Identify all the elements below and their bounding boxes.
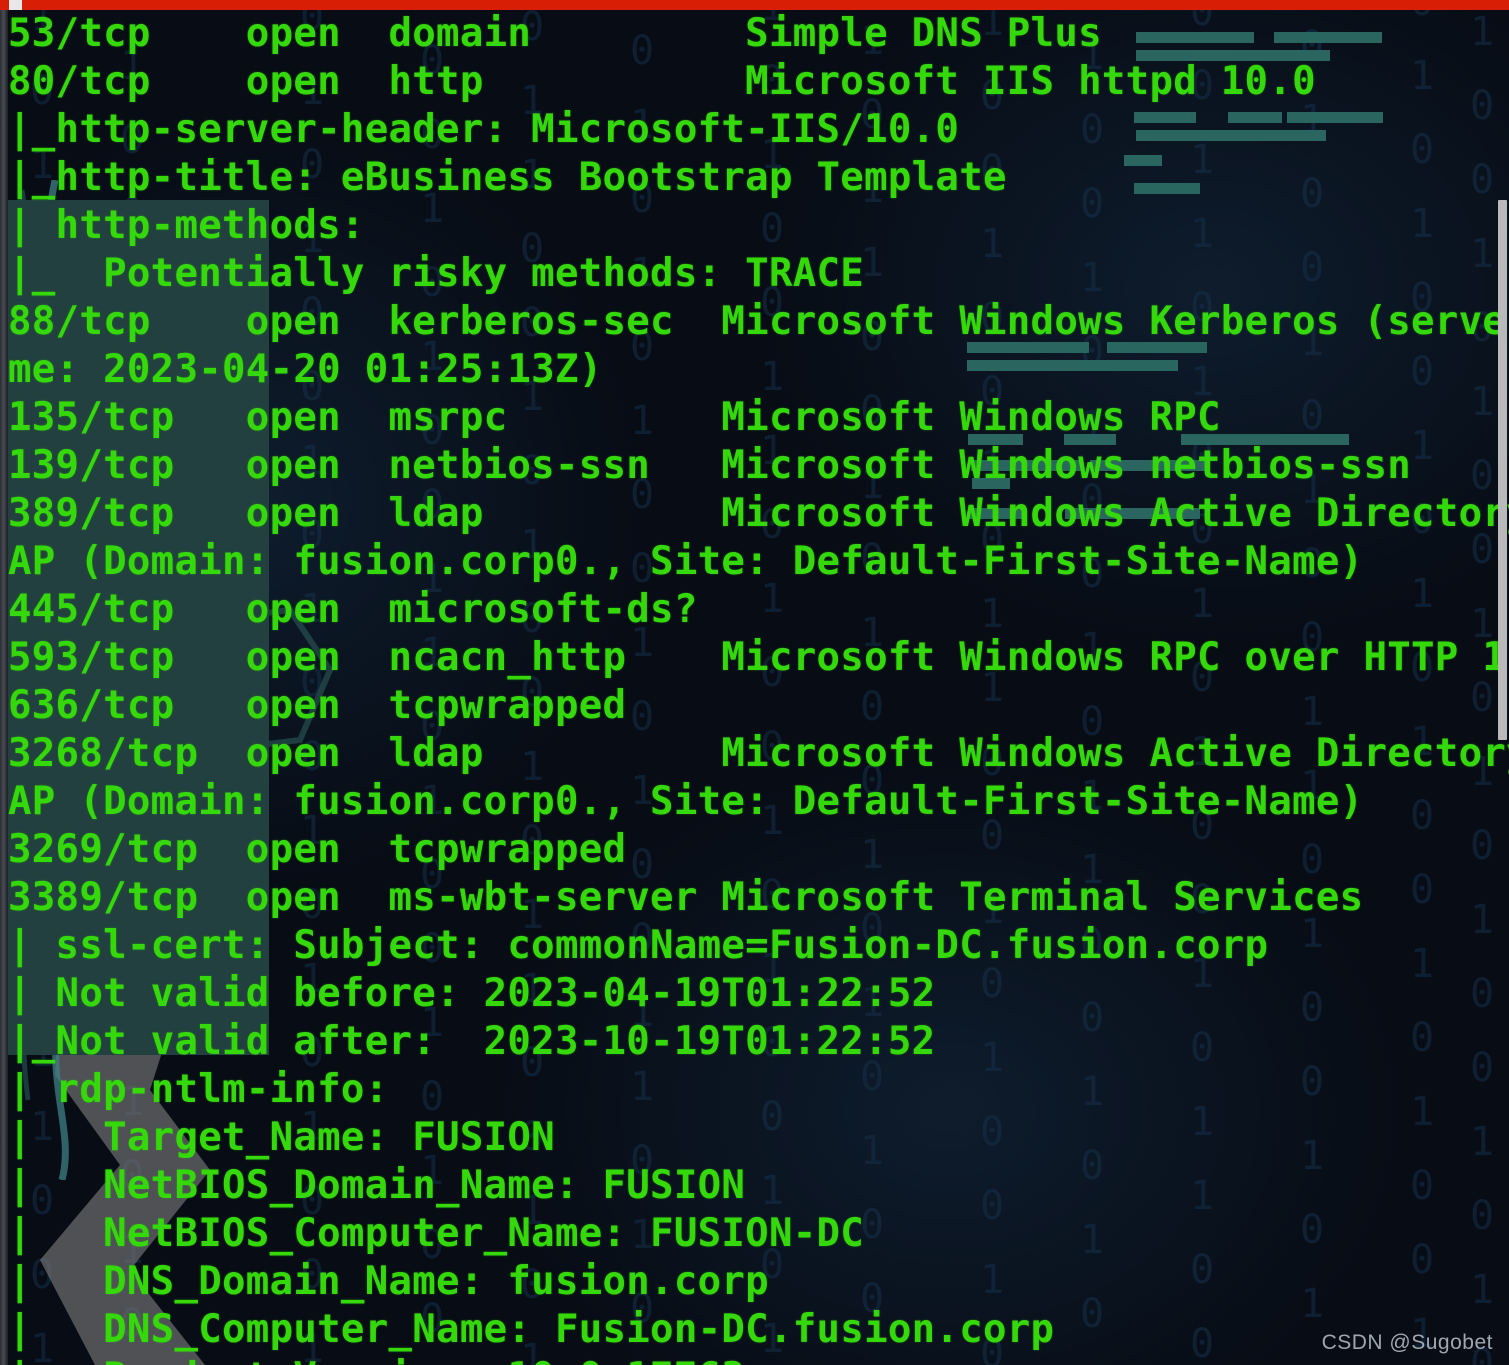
terminal-line: 80/tcp open http Microsoft IIS httpd 10.…	[8, 59, 1316, 104]
terminal-line: 135/tcp open msrpc Microsoft Windows RPC	[8, 395, 1221, 440]
terminal-line: | Target_Name: FUSION	[8, 1115, 555, 1160]
terminal-line: | Not valid before: 2023-04-19T01:22:52	[8, 971, 936, 1016]
terminal-line: | DNS_Computer_Name: Fusion-DC.fusion.co…	[8, 1307, 1055, 1352]
terminal-line: 3268/tcp open ldap Microsoft Windows Act…	[8, 731, 1509, 776]
terminal-line: | NetBIOS_Computer_Name: FUSION-DC	[8, 1211, 865, 1256]
window-titlebar[interactable]	[0, 0, 1509, 10]
terminal-line: |_ Potentially risky methods: TRACE	[8, 251, 865, 296]
terminal-line: 389/tcp open ldap Microsoft Windows Acti…	[8, 491, 1509, 536]
terminal-line: | DNS_Domain_Name: fusion.corp	[8, 1259, 769, 1304]
terminal-line: | Product_Version: 10.0.17763	[8, 1354, 1497, 1365]
terminal-line: | ssl-cert: Subject: commonName=Fusion-D…	[8, 923, 1269, 968]
terminal-line: |_Not valid after: 2023-10-19T01:22:52	[8, 1019, 936, 1064]
terminal-line: AP (Domain: fusion.corp0., Site: Default…	[8, 539, 1364, 584]
terminal-line: 3389/tcp open ms-wbt-server Microsoft Te…	[8, 875, 1364, 920]
terminal-line: 636/tcp open tcpwrapped	[8, 683, 627, 728]
terminal-line: 139/tcp open netbios-ssn Microsoft Windo…	[8, 443, 1412, 488]
window-left-border	[0, 10, 8, 1365]
terminal-line: |_http-title: eBusiness Bootstrap Templa…	[8, 155, 1007, 200]
terminal-line: | rdp-ntlm-info:	[8, 1067, 389, 1112]
terminal-line: | http-methods:	[8, 203, 365, 248]
terminal-line: | NetBIOS_Domain_Name: FUSION	[8, 1163, 746, 1208]
terminal-output[interactable]: 53/tcp open domain Simple DNS Plus 80/tcp…	[8, 10, 1509, 1365]
terminal-line: 3269/tcp open tcpwrapped	[8, 827, 627, 872]
terminal-line: me: 2023-04-20 01:25:13Z)	[8, 347, 603, 392]
terminal-line: 88/tcp open kerberos-sec Microsoft Windo…	[8, 299, 1509, 344]
terminal-line: AP (Domain: fusion.corp0., Site: Default…	[8, 779, 1364, 824]
window-icon	[9, 0, 22, 10]
terminal-line: 593/tcp open ncacn_http Microsoft Window…	[8, 635, 1509, 680]
terminal-line: 445/tcp open microsoft-ds?	[8, 587, 698, 632]
watermark: CSDN @Sugobet	[1321, 1331, 1493, 1354]
terminal-line: |_http-server-header: Microsoft-IIS/10.0	[8, 107, 960, 152]
scrollbar-thumb[interactable]	[1498, 200, 1507, 740]
terminal-window: 0 1 0 1 0 0 1 0 1 0 0 1 0 1 0 1 0 0 11 0…	[0, 0, 1509, 1365]
terminal-line: 53/tcp open domain Simple DNS Plus	[8, 11, 1102, 56]
